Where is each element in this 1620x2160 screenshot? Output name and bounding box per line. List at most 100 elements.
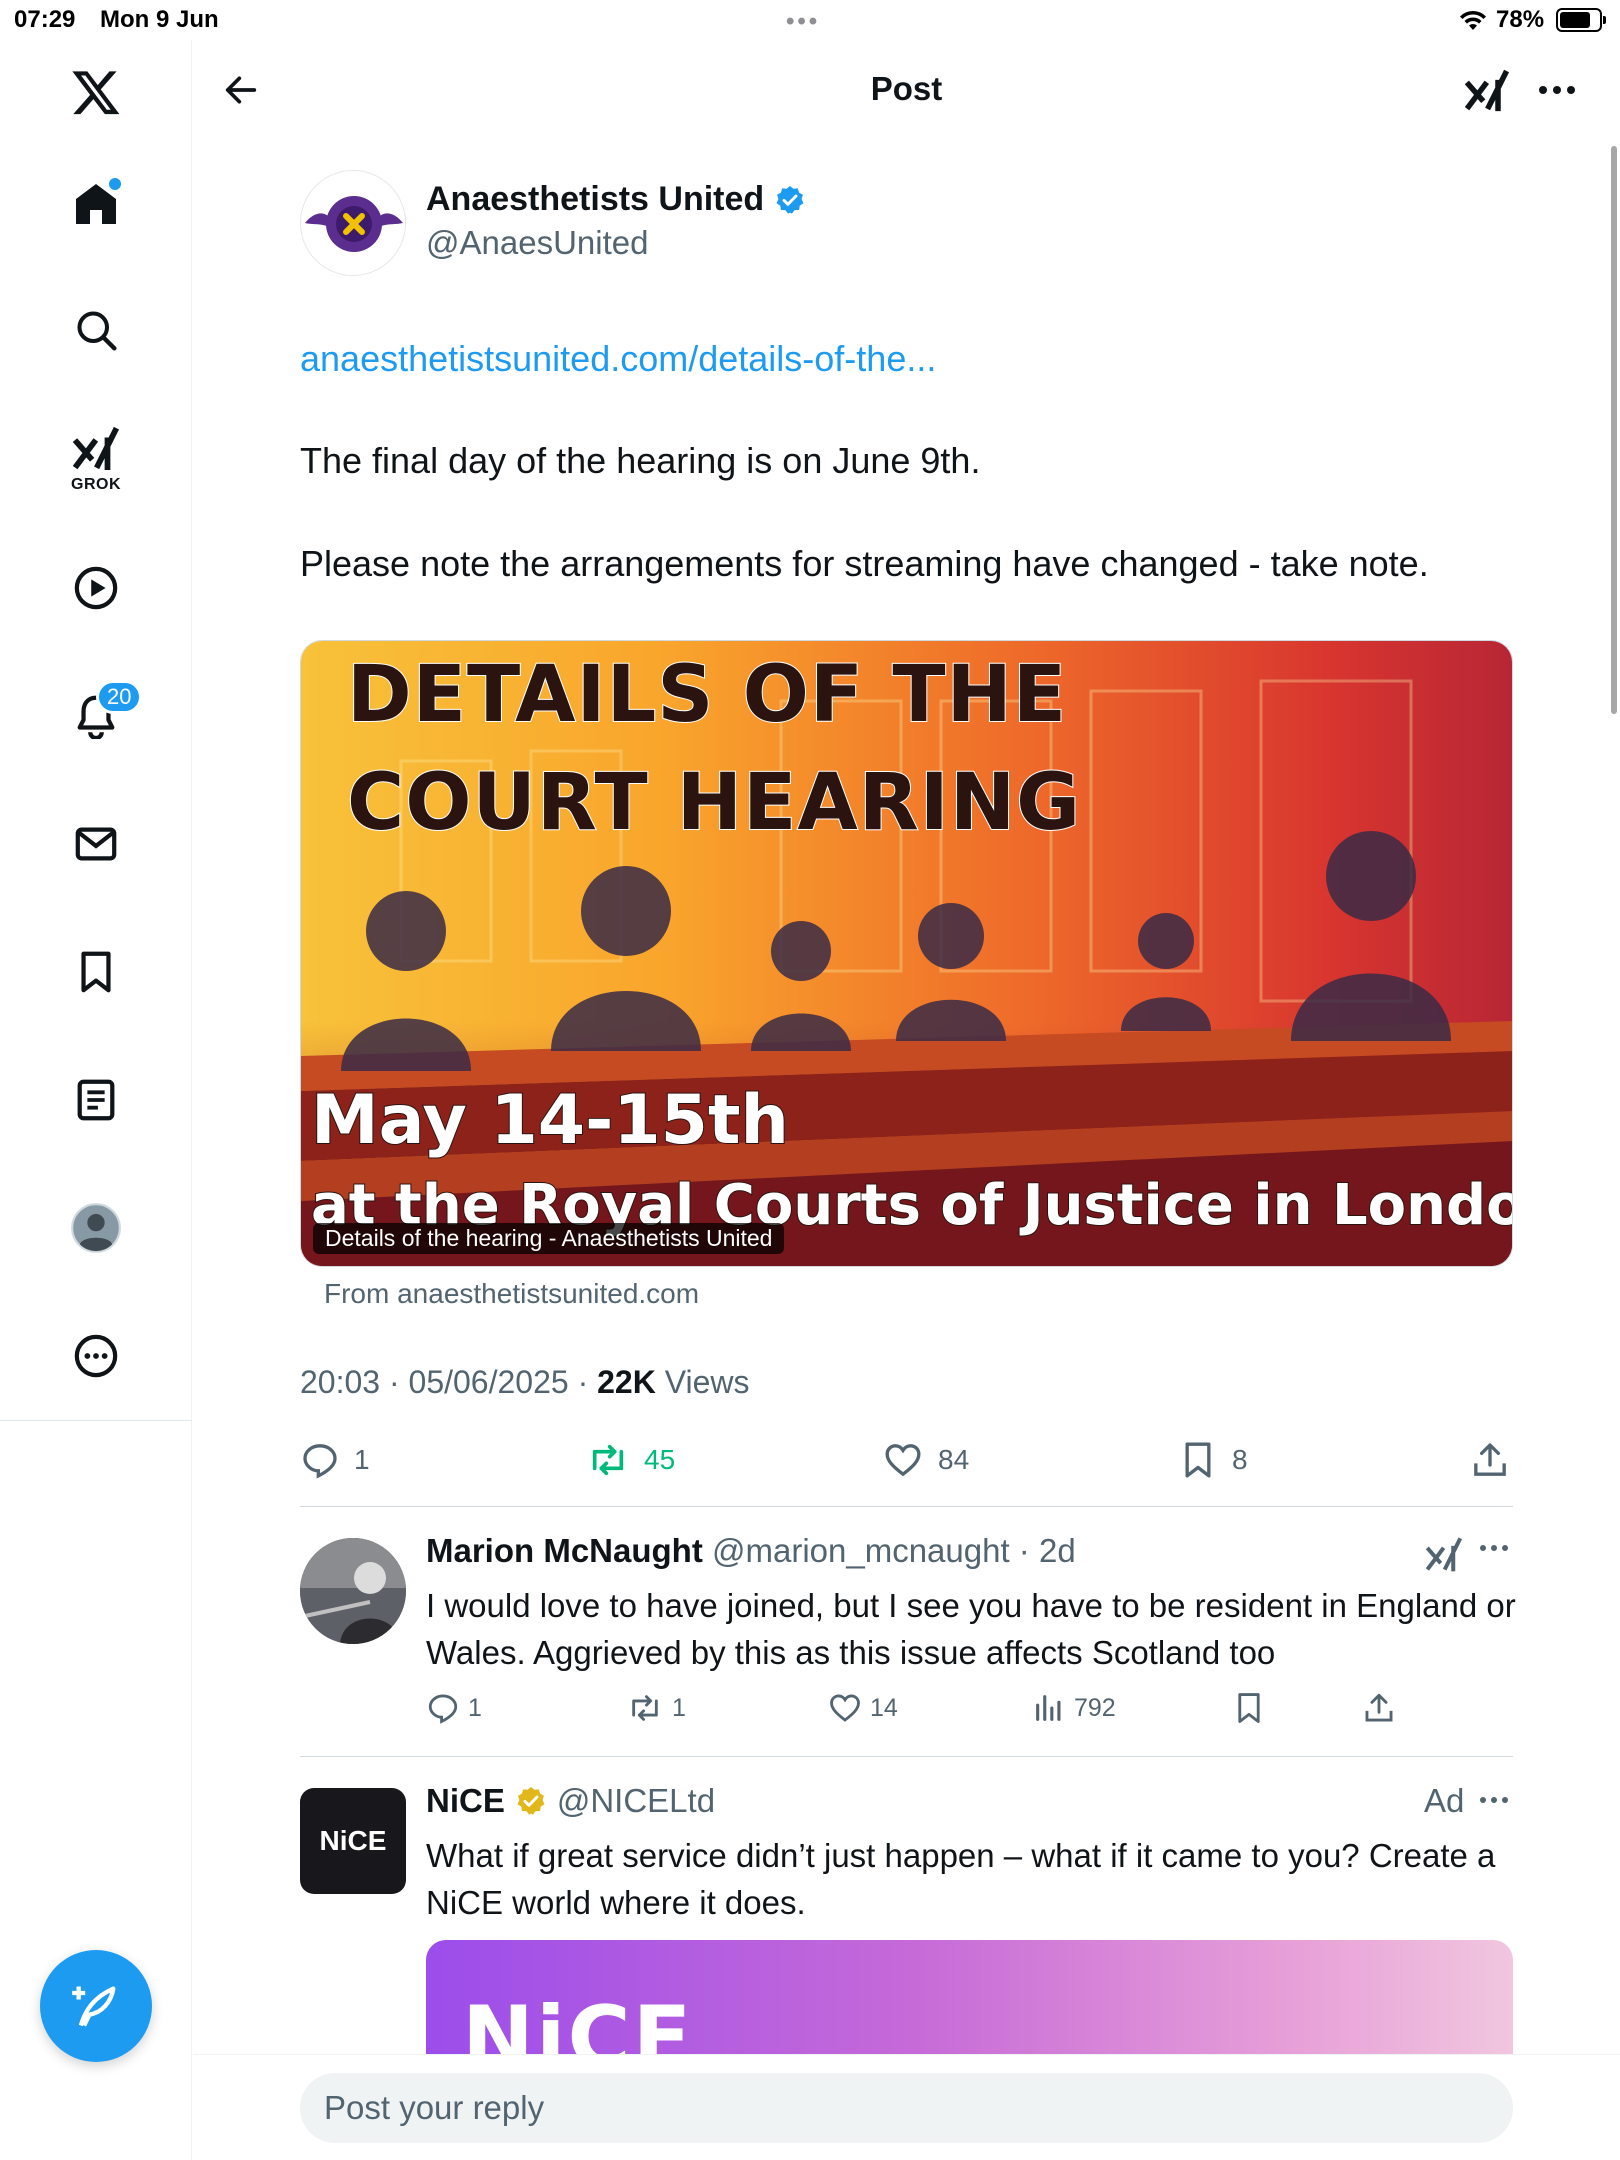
more-options-button[interactable] [1531, 64, 1583, 116]
sidebar-nav: GROK 20 [0, 40, 192, 2160]
ad-label: Ad [1424, 1782, 1465, 1819]
repost-button[interactable]: 45 [586, 1430, 675, 1490]
separator [300, 1756, 1513, 1757]
post-timestamp[interactable]: 20:03 · 05/06/2025 · [300, 1364, 597, 1400]
status-bar: 07:29 Mon 9 Jun ••• 78% [0, 0, 1620, 40]
x-logo-icon[interactable] [56, 52, 136, 132]
grok-icon[interactable] [1424, 1534, 1464, 1574]
heart-icon [885, 1444, 921, 1477]
author-name-text: Anaesthetists United [426, 180, 765, 218]
battery-icon [1556, 8, 1606, 32]
verified-badge-icon [776, 185, 804, 214]
page-title: Post [870, 70, 943, 107]
share-icon [1474, 1443, 1506, 1476]
search-icon[interactable] [56, 290, 136, 370]
ad-author-name[interactable]: NiCE [426, 1782, 505, 1820]
repost-icon [632, 1695, 658, 1721]
bookmark-button[interactable]: 8 [1178, 1430, 1248, 1490]
compose-button[interactable] [40, 1950, 152, 2062]
share-button[interactable] [1470, 1430, 1510, 1490]
like-count: 84 [938, 1444, 970, 1475]
post-actions: 1 45 84 8 [300, 1430, 1513, 1490]
reply-avatar[interactable] [300, 1538, 406, 1644]
repost-count: 45 [644, 1444, 676, 1475]
reply-text: I would love to have joined, but I see y… [426, 1587, 1516, 1671]
ad-avatar[interactable]: NiCE [300, 1788, 406, 1894]
ad-text: What if great service didn’t just happen… [426, 1837, 1496, 1921]
notifications-icon[interactable]: 20 [56, 676, 143, 756]
reply-bar [193, 2054, 1620, 2160]
author-name[interactable]: Anaesthetists United [426, 180, 806, 219]
reply-icon [303, 1444, 337, 1479]
reply-views-button[interactable]: 792 [1032, 1686, 1116, 1730]
card-headline-line2: COURT HEARING [346, 757, 1082, 849]
ad-banner-image[interactable]: NiCE [426, 1940, 1513, 2060]
bookmarks-icon[interactable] [56, 932, 136, 1012]
author-avatar[interactable] [300, 170, 406, 276]
home-icon[interactable] [56, 164, 136, 244]
reply-header: Marion McNaught @marion_mcnaught · 2d [426, 1532, 1076, 1570]
reply-avatar-photo [300, 1538, 406, 1644]
reply-like-button[interactable]: 14 [828, 1686, 898, 1730]
link-card-image[interactable]: DETAILS OF THE COURT HEARING May 14-15th… [300, 640, 1513, 1267]
post-header: Post [193, 40, 1620, 140]
ad-header: NiCE @NICELtd [426, 1782, 715, 1820]
heart-icon [830, 1694, 860, 1722]
card-caption: Details of the hearing - Anaesthetists U… [313, 1223, 785, 1254]
card-source[interactable]: From anaesthetistsunited.com [324, 1278, 699, 1310]
repost-icon [592, 1444, 624, 1476]
reply-reply-count: 1 [468, 1693, 482, 1722]
reply-repost-count: 1 [672, 1693, 686, 1722]
multitasking-dots-icon[interactable]: ••• [786, 8, 820, 36]
author-handle[interactable]: @AnaesUnited [426, 224, 648, 262]
video-icon[interactable] [56, 548, 136, 628]
bookmark-icon [1238, 1693, 1260, 1723]
reply-share-button[interactable] [1362, 1686, 1396, 1730]
reply-icon [428, 1694, 458, 1724]
grok-icon [1464, 69, 1510, 112]
reply-like-count: 14 [870, 1693, 898, 1722]
lists-icon[interactable] [56, 1060, 136, 1140]
reply-button[interactable]: 1 [300, 1430, 370, 1490]
more-horizontal-icon [1539, 86, 1575, 94]
profile-icon[interactable] [56, 1188, 136, 1268]
ad-banner-logo: NiCE [462, 1988, 694, 2060]
sidebar-divider [0, 1420, 192, 1421]
share-icon [1365, 1693, 1393, 1722]
separator [300, 1506, 1513, 1507]
notifications-badge: 20 [96, 680, 143, 714]
reply-views-count: 792 [1074, 1693, 1116, 1722]
post-text-line1: The final day of the hearing is on June … [300, 440, 981, 481]
battery-percentage: 78% [1496, 6, 1545, 33]
grok-button[interactable] [1461, 64, 1513, 116]
ad-more-button[interactable] [1478, 1780, 1510, 1812]
more-icon[interactable] [56, 1316, 136, 1396]
reply-bookmark-button[interactable] [1232, 1686, 1266, 1730]
reply-repost-button[interactable]: 1 [626, 1686, 686, 1730]
messages-icon[interactable] [56, 804, 136, 884]
anaesthetists-united-logo [301, 171, 405, 275]
post-link[interactable]: anaesthetistsunited.com/details-of-the..… [300, 338, 936, 380]
post-meta: 20:03 · 05/06/2025 · 22K Views [300, 1364, 749, 1401]
views-label: Views [655, 1364, 750, 1400]
verified-gold-badge-icon [517, 1787, 545, 1815]
reply-input[interactable] [300, 2073, 1513, 2143]
reply-more-button[interactable] [1478, 1528, 1510, 1560]
scrollbar[interactable] [1611, 146, 1617, 714]
reply-reply-button[interactable]: 1 [426, 1686, 482, 1730]
compose-feather-icon [72, 1986, 116, 2027]
reply-author-name[interactable]: Marion McNaught [426, 1532, 703, 1569]
wifi-icon [1460, 10, 1486, 30]
views-chart-icon [1036, 1695, 1061, 1721]
post-text-line2: Please note the arrangements for streami… [300, 543, 1429, 584]
like-button[interactable]: 84 [882, 1430, 969, 1490]
reply-handle-time[interactable]: @marion_mcnaught · 2d [703, 1532, 1076, 1569]
card-headline-line1: DETAILS OF THE [346, 649, 1068, 741]
bookmark-icon [1185, 1442, 1211, 1478]
grok-icon[interactable]: GROK [56, 416, 136, 496]
card-headline: DETAILS OF THE COURT HEARING [346, 641, 1082, 857]
views-count: 22K [597, 1364, 656, 1400]
ad-handle[interactable]: @NICELtd [557, 1782, 715, 1820]
bookmark-count: 8 [1232, 1444, 1248, 1475]
home-new-dot [109, 178, 121, 190]
